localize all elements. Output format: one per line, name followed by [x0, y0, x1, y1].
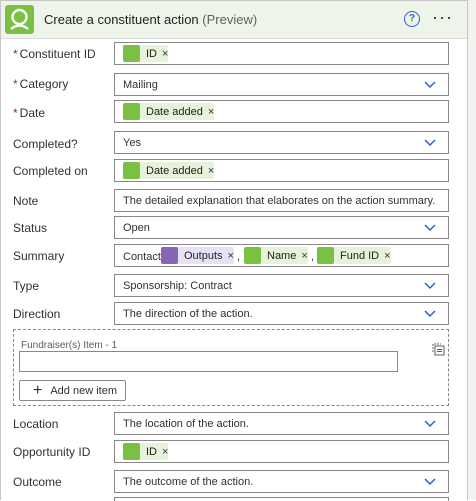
remove-token-icon[interactable]: ×: [162, 48, 168, 60]
direction-dropdown[interactable]: The direction of the action.: [114, 302, 449, 325]
id-token-label: ID: [146, 445, 157, 458]
switch-to-array-icon[interactable]: [432, 343, 445, 356]
name-token[interactable]: Name ×: [244, 247, 308, 264]
date-added-token-label: Date added: [146, 164, 203, 177]
constituent-id-label: * Constituent ID: [13, 47, 96, 61]
outcome-placeholder: The outcome of the action.: [123, 476, 254, 488]
fundraiser-item-input[interactable]: [19, 351, 398, 372]
token-logo-icon: [317, 247, 334, 264]
date-added-token-label: Date added: [146, 105, 203, 118]
remove-token-icon[interactable]: ×: [162, 446, 168, 458]
token-logo-icon: [123, 45, 140, 62]
next-field-partial[interactable]: [114, 497, 449, 501]
action-card: Create a constituent action (Preview) ? …: [0, 0, 468, 501]
date-added-token[interactable]: Date added ×: [123, 162, 215, 179]
required-mark: *: [13, 47, 18, 61]
date-label: * Date: [13, 106, 45, 120]
outputs-token-label: Outputs: [184, 249, 223, 262]
category-dropdown[interactable]: Mailing: [114, 73, 449, 96]
outputs-token[interactable]: Outputs ×: [161, 247, 234, 264]
completed-on-label: Completed on: [13, 164, 88, 178]
expression-icon: [161, 247, 178, 264]
direction-placeholder: The direction of the action.: [123, 308, 253, 320]
more-options-icon[interactable]: ···: [432, 7, 453, 28]
fund-id-token-label: Fund ID: [340, 249, 380, 262]
required-mark: *: [13, 106, 18, 120]
category-label: * Category: [13, 77, 68, 91]
constituent-id-field[interactable]: ID ×: [114, 42, 449, 65]
plus-icon: +: [33, 381, 43, 399]
name-token-label: Name: [267, 249, 297, 262]
id-token[interactable]: ID ×: [123, 443, 169, 460]
completed-on-field[interactable]: Date added ×: [114, 159, 449, 182]
token-logo-icon: [244, 247, 261, 264]
summary-label: Summary: [13, 249, 65, 263]
category-label-text: Category: [19, 77, 69, 91]
status-value: Open: [123, 222, 150, 234]
constituent-id-label-text: Constituent ID: [19, 47, 96, 61]
date-added-token[interactable]: Date added ×: [123, 103, 215, 120]
outcome-label: Outcome: [13, 475, 62, 489]
chevron-down-icon[interactable]: [424, 307, 436, 319]
direction-label: Direction: [13, 307, 61, 321]
date-field[interactable]: Date added ×: [114, 100, 449, 123]
id-token[interactable]: ID ×: [123, 45, 169, 62]
category-value: Mailing: [123, 79, 158, 91]
note-placeholder: The detailed explanation that elaborates…: [123, 195, 436, 207]
summary-prefix: Contact:: [123, 251, 164, 263]
opportunity-id-field[interactable]: ID ×: [114, 440, 449, 463]
chevron-down-icon[interactable]: [424, 417, 436, 429]
type-value: Sponsorship: Contract: [123, 280, 232, 292]
date-label-text: Date: [19, 106, 46, 120]
remove-token-icon[interactable]: ×: [384, 250, 390, 262]
token-logo-icon: [123, 443, 140, 460]
opportunity-id-label: Opportunity ID: [13, 445, 91, 459]
completed-value: Yes: [123, 137, 141, 149]
chevron-down-icon[interactable]: [424, 221, 436, 233]
completed-dropdown[interactable]: Yes: [114, 131, 449, 154]
chevron-down-icon[interactable]: [424, 78, 436, 90]
add-new-item-button[interactable]: + Add new item: [19, 380, 126, 401]
chevron-down-icon[interactable]: [424, 136, 436, 148]
remove-token-icon[interactable]: ×: [208, 106, 214, 118]
connector-logo-icon: [5, 5, 34, 34]
help-icon[interactable]: ?: [404, 11, 420, 27]
location-label: Location: [13, 417, 59, 431]
card-title-text: Create a constituent action: [44, 12, 199, 27]
chevron-down-icon[interactable]: [424, 279, 436, 291]
card-title: Create a constituent action (Preview): [44, 12, 257, 27]
summary-separator: ,: [311, 251, 315, 263]
type-dropdown[interactable]: Sponsorship: Contract: [114, 274, 449, 297]
note-input[interactable]: The detailed explanation that elaborates…: [114, 189, 449, 212]
id-token-label: ID: [146, 47, 157, 60]
card-header[interactable]: Create a constituent action (Preview) ? …: [1, 1, 467, 39]
summary-field[interactable]: Contact: Outputs × , Name × , Fund ID ×: [114, 244, 449, 267]
location-dropdown[interactable]: The location of the action.: [114, 412, 449, 435]
completed-label: Completed?: [13, 137, 78, 151]
token-logo-icon: [123, 162, 140, 179]
token-logo-icon: [123, 103, 140, 120]
scrollbar-track[interactable]: [468, 0, 476, 500]
status-dropdown[interactable]: Open: [114, 216, 449, 239]
add-new-item-label: Add new item: [50, 384, 117, 397]
note-label: Note: [13, 194, 39, 208]
preview-tag: (Preview): [202, 12, 258, 27]
location-placeholder: The location of the action.: [123, 418, 249, 430]
fund-id-token[interactable]: Fund ID ×: [317, 247, 391, 264]
status-label: Status: [13, 221, 48, 235]
remove-token-icon[interactable]: ×: [301, 250, 307, 262]
type-label: Type: [13, 279, 40, 293]
outcome-dropdown[interactable]: The outcome of the action.: [114, 470, 449, 493]
summary-separator: ,: [237, 251, 241, 263]
chevron-down-icon[interactable]: [424, 475, 436, 487]
remove-token-icon[interactable]: ×: [228, 250, 234, 262]
required-mark: *: [13, 77, 18, 91]
fundraiser-array-section: Fundraiser(s) Item - 1 + Add new item: [13, 329, 449, 406]
fundraiser-item-label: Fundraiser(s) Item - 1: [21, 340, 118, 351]
remove-token-icon[interactable]: ×: [208, 165, 214, 177]
